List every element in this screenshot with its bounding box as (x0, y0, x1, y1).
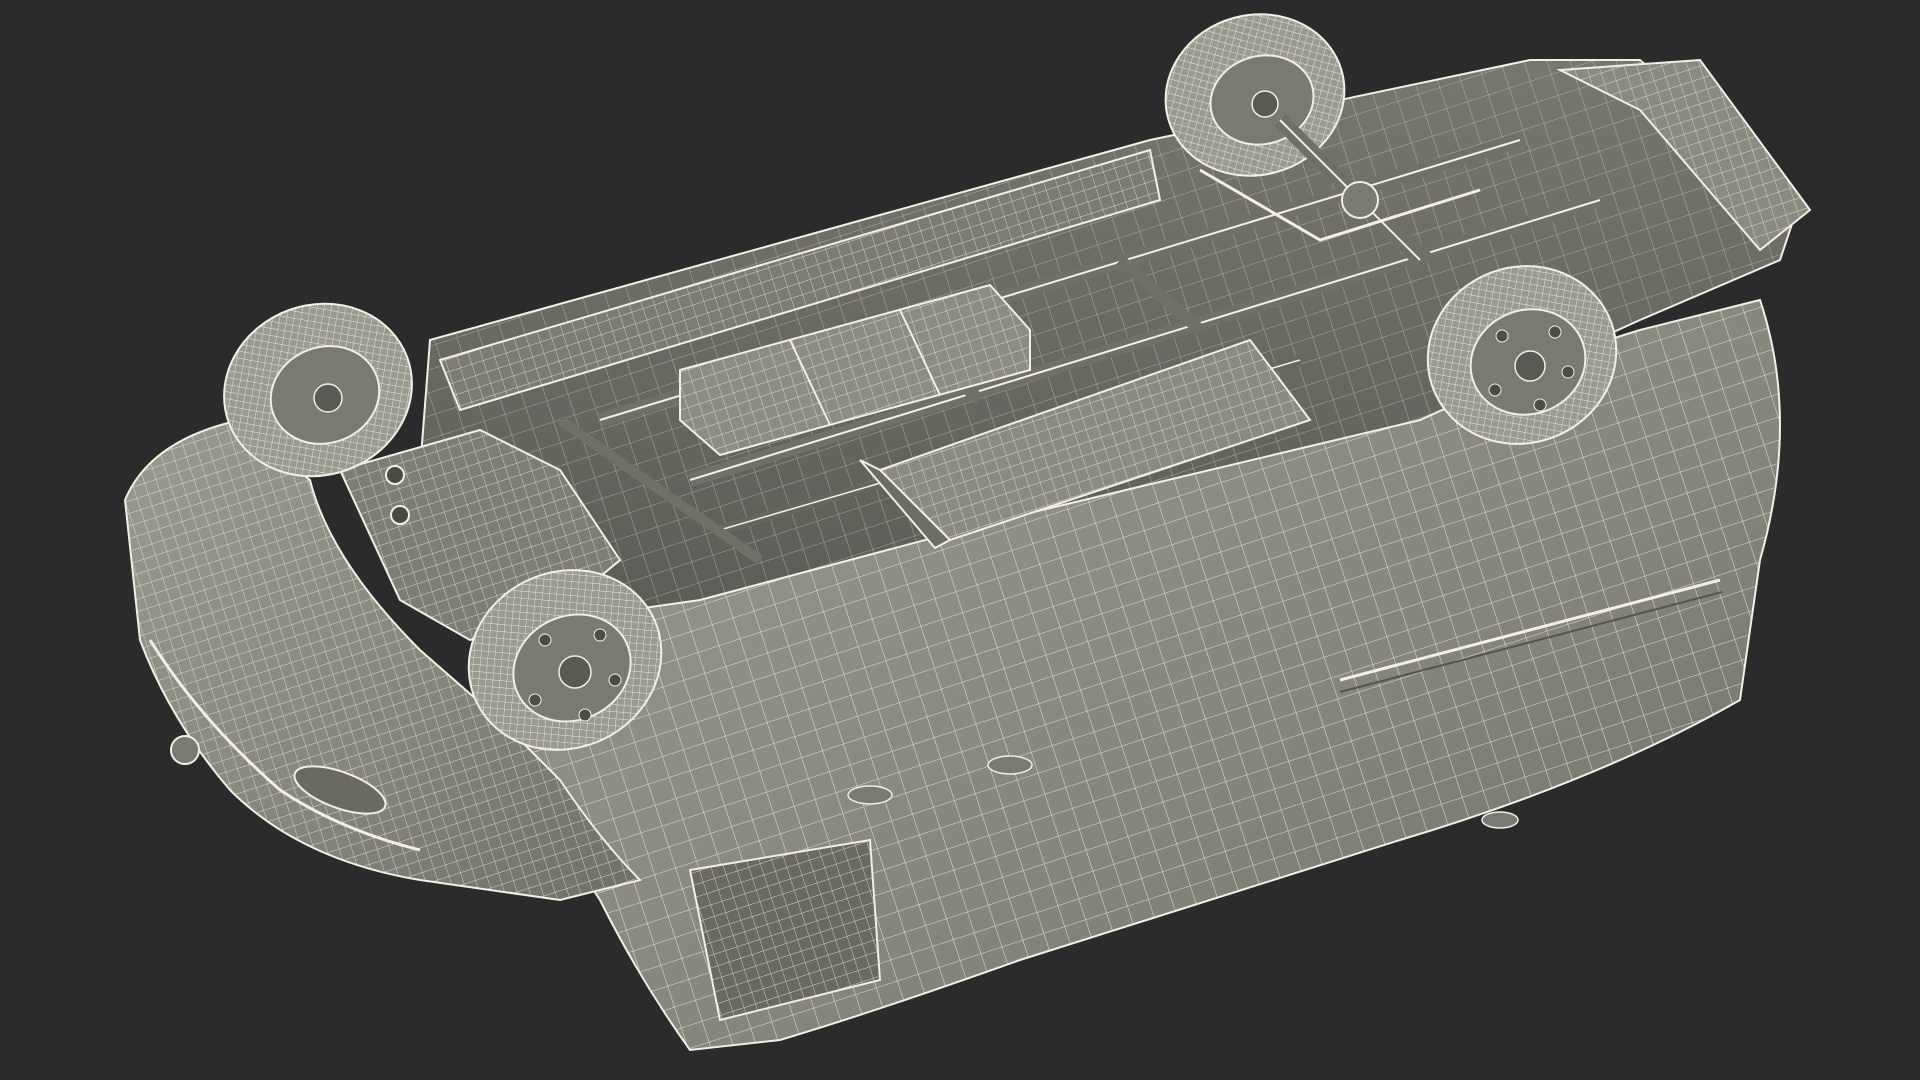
van-model-render (123, 13, 1812, 1052)
render-viewport (0, 0, 1920, 1080)
